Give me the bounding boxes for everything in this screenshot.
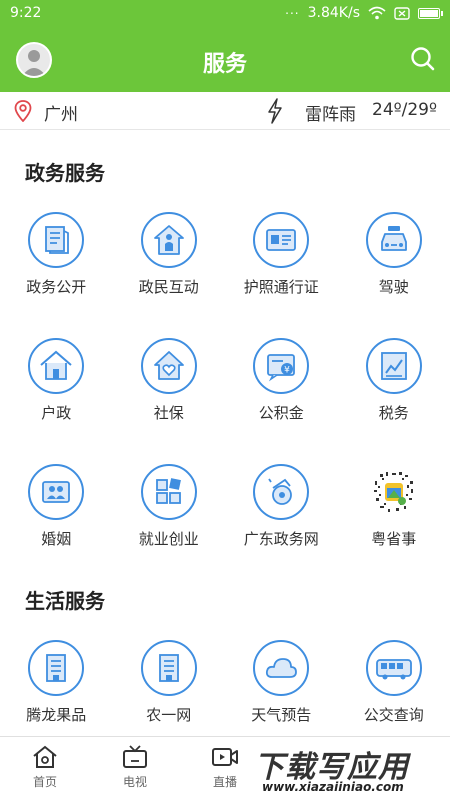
building-icon [140,640,197,696]
weather-condition: 雷阵雨 [305,105,356,125]
nav-label: 直播 [212,775,237,789]
status-time: 9:22 [10,5,42,21]
service-label: 就业创业 [138,530,199,548]
nav-item-home[interactable]: 首页 [0,737,90,800]
service-label: 广东政务网 [243,530,319,548]
battery-icon [418,7,443,19]
home-icon [33,745,57,768]
service-label: 护照通行证 [243,278,319,296]
tv-icon [123,745,147,768]
id-card-icon [253,212,310,268]
service-passport[interactable]: 护照通行证 [225,212,338,338]
nav-label: 电视 [122,775,147,789]
status-dots: ... [285,3,300,17]
service-label: 政民互动 [138,278,199,296]
status-right: ... 3.84K/s [285,3,443,21]
status-bar: 9:22 ... 3.84K/s [0,0,450,28]
section-title-gov: 政务服务 [25,161,105,185]
service-gov-interaction[interactable]: 政民互动 [113,212,226,338]
person-house-icon [140,212,197,268]
house-icon [28,338,85,394]
service-label: 粤省事 [371,530,417,548]
service-social-security[interactable]: 社保 [113,338,226,464]
cloud-icon [253,640,310,696]
service-gd-gov-web[interactable]: 广东政务网 [225,464,338,590]
search-icon[interactable] [410,46,436,72]
service-label: 农一网 [146,706,192,724]
service-label: 驾驶 [378,278,409,296]
service-label: 天气预告 [251,706,312,724]
network-speed: 3.84K/s [307,5,360,21]
svg-text:¥: ¥ [284,366,290,376]
service-label: 腾龙果品 [26,706,87,724]
tax-chart-icon [365,338,422,394]
building-icon [28,640,85,696]
location-pin-icon [14,100,32,122]
nav-item-tv[interactable]: 电视 [90,737,180,800]
service-employment[interactable]: 就业创业 [113,464,226,590]
service-tax[interactable]: 税务 [338,338,450,464]
temperature: 24º/29º [372,100,438,120]
service-label: 公交查询 [363,706,424,724]
service-yue-sheng-shi[interactable]: 粤省事 [338,464,450,590]
bus-icon [365,640,422,696]
service-label: 公积金 [258,404,304,422]
weather-bar: 广州 雷阵雨 24º/29º [0,92,450,130]
heart-house-icon [140,338,197,394]
yuan-icon: ¥ [253,338,310,394]
service-gov-open[interactable]: 政务公开 [0,212,113,338]
service-label: 户政 [41,404,72,422]
couple-icon [28,464,85,520]
service-marriage[interactable]: 婚姻 [0,464,113,590]
sim-blocked-icon [394,6,410,20]
qr-code-icon [365,464,422,520]
service-label: 税务 [378,404,409,422]
watermark: 下载写应用 www.xiazaiiniao.com [254,740,444,796]
battery-fill [420,9,438,17]
section-title-life: 生活服务 [25,589,105,613]
app-header: 服务 [0,28,450,92]
city-name[interactable]: 广州 [44,100,78,125]
gov-services-grid: 政务公开 政民互动 护照通行证 驾驶 户政 社保 ¥ 公积金 税务 婚姻 就业创… [0,212,450,590]
wifi-icon [368,6,386,20]
car-icon [365,212,422,268]
blocks-icon [140,464,197,520]
whistle-icon [253,464,310,520]
service-driving[interactable]: 驾驶 [338,212,450,338]
page-title: 服务 [202,52,247,77]
thunder-icon [268,98,282,124]
document-icon [28,212,85,268]
service-label: 政务公开 [26,278,87,296]
nav-label: 首页 [32,775,57,789]
live-video-icon [212,748,238,766]
service-label: 社保 [153,404,184,422]
service-housing-fund[interactable]: ¥ 公积金 [225,338,338,464]
watermark-url: www.xiazaiiniao.com [262,780,404,794]
service-label: 婚姻 [41,530,72,548]
service-household[interactable]: 户政 [0,338,113,464]
